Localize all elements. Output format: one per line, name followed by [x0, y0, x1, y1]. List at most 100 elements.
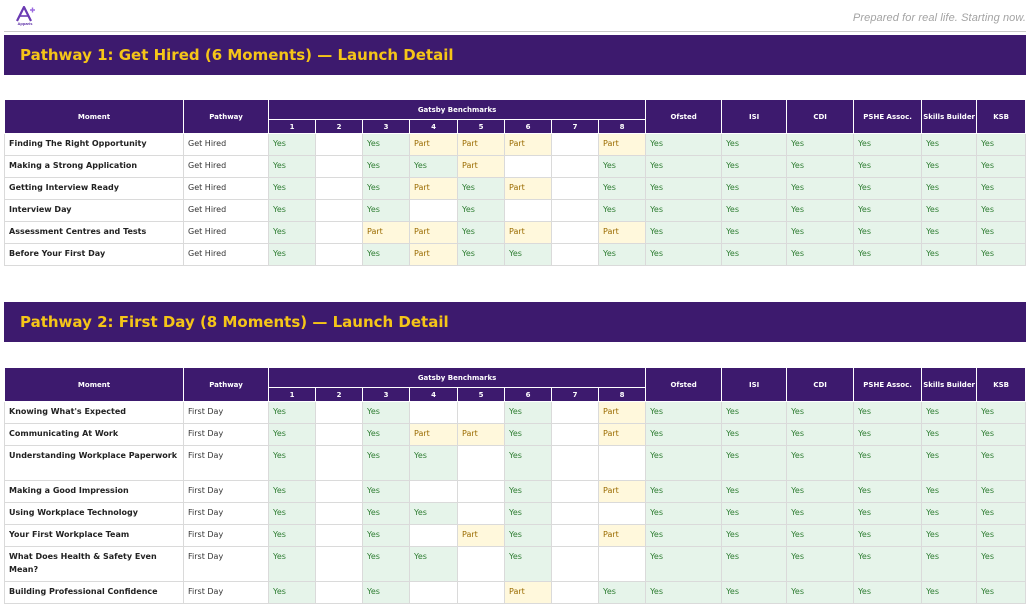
col-header-pathway: Pathway: [183, 367, 269, 402]
framework-cell: Yes: [645, 581, 723, 604]
gatsby-cell: Yes: [268, 524, 316, 547]
framework-cell: Yes: [786, 445, 855, 481]
gatsby-cell: [551, 581, 599, 604]
gatsby-cell: [551, 401, 599, 424]
framework-cell: Yes: [645, 445, 723, 481]
gatsby-cell: [315, 221, 363, 244]
table-row: Knowing What's Expected First Day Yes Yes Ye…: [4, 401, 1027, 424]
gatsby-cell: Yes: [457, 221, 505, 244]
col-header-gatsby: Gatsby Benchmarks: [267, 367, 647, 388]
pathway-cell: Get Hired: [183, 155, 269, 178]
moment-cell: Communicating At Work: [4, 423, 184, 446]
framework-cell: Yes: [853, 155, 923, 178]
col-header-gatsby: Gatsby Benchmarks: [267, 99, 647, 120]
framework-cell: Yes: [786, 546, 855, 582]
framework-cell: Yes: [645, 199, 723, 222]
framework-cell: Yes: [645, 221, 723, 244]
framework-cell: Yes: [976, 445, 1027, 481]
framework-cell: Yes: [853, 133, 923, 156]
framework-cell: Yes: [921, 581, 978, 604]
gatsby-cell: Part: [457, 423, 505, 446]
pathway-cell: Get Hired: [183, 199, 269, 222]
gatsby-cell: [315, 133, 363, 156]
gatsby-cell: Yes: [268, 199, 316, 222]
framework-cell: Yes: [976, 155, 1027, 178]
col-header-pathway: Pathway: [183, 99, 269, 134]
brand-logo: Apparis: [14, 5, 36, 28]
pathway2-title: Pathway 2: First Day (8 Moments) — Launc…: [4, 302, 1026, 342]
gatsby-cell: [315, 445, 363, 481]
table-row: Getting Interview Ready Get Hired Yes Yes Pa…: [4, 177, 1027, 200]
gatsby-cell: Yes: [362, 133, 410, 156]
gatsby-cell: [551, 177, 599, 200]
gatsby-number-header: 6: [504, 119, 552, 134]
gatsby-number-header: 7: [551, 119, 599, 134]
gatsby-cell: [315, 243, 363, 266]
table-row: Using Workplace Technology First Day Yes Ye…: [4, 502, 1027, 525]
gatsby-cell: Yes: [409, 445, 458, 481]
gatsby-number-header: 7: [551, 387, 599, 402]
framework-cell: Yes: [921, 480, 978, 503]
gatsby-cell: Yes: [504, 401, 552, 424]
pathway2-table: Moment Pathway Gatsby Benchmarks Ofsted …: [4, 367, 1027, 604]
framework-cell: Yes: [853, 546, 923, 582]
gatsby-cell: [551, 423, 599, 446]
gatsby-cell: Part: [409, 221, 458, 244]
gatsby-number-header: 1: [268, 387, 316, 402]
framework-cell: Yes: [786, 401, 855, 424]
framework-cell: Yes: [645, 133, 723, 156]
table-row: Communicating At Work First Day Yes Yes Part…: [4, 423, 1027, 446]
framework-cell: Yes: [721, 546, 788, 582]
col-header-isi: ISI: [721, 367, 788, 402]
gatsby-number-header: 5: [457, 119, 505, 134]
gatsby-number-header: 1: [268, 119, 316, 134]
table-row: Understanding Workplace Paperwork First D…: [4, 445, 1027, 481]
framework-cell: Yes: [786, 243, 855, 266]
gatsby-cell: [457, 581, 505, 604]
gatsby-cell: Part: [504, 177, 552, 200]
gatsby-cell: Yes: [504, 524, 552, 547]
framework-cell: Yes: [786, 133, 855, 156]
framework-cell: Yes: [976, 199, 1027, 222]
framework-cell: Yes: [786, 423, 855, 446]
gatsby-cell: [409, 401, 458, 424]
framework-cell: Yes: [976, 243, 1027, 266]
moment-cell: Your First Workplace Team: [4, 524, 184, 547]
moment-cell: Finding The Right Opportunity: [4, 133, 184, 156]
framework-cell: Yes: [721, 401, 788, 424]
gatsby-cell: Yes: [504, 502, 552, 525]
col-header-ksb: KSB: [976, 367, 1027, 402]
framework-cell: Yes: [853, 524, 923, 547]
gatsby-cell: Yes: [268, 445, 316, 481]
col-header-ofsted: Ofsted: [645, 99, 723, 134]
gatsby-cell: [315, 502, 363, 525]
framework-cell: Yes: [853, 423, 923, 446]
gatsby-cell: [409, 480, 458, 503]
gatsby-cell: Yes: [362, 401, 410, 424]
framework-cell: Yes: [721, 243, 788, 266]
gatsby-cell: Yes: [504, 423, 552, 446]
gatsby-cell: Yes: [268, 177, 316, 200]
framework-cell: Yes: [721, 423, 788, 446]
framework-cell: Yes: [786, 502, 855, 525]
framework-cell: Yes: [976, 502, 1027, 525]
framework-cell: Yes: [853, 581, 923, 604]
framework-cell: Yes: [721, 502, 788, 525]
gatsby-number-header: 2: [315, 119, 363, 134]
gatsby-cell: [457, 445, 505, 481]
col-header-isi: ISI: [721, 99, 788, 134]
gatsby-cell: Yes: [409, 502, 458, 525]
gatsby-cell: [315, 546, 363, 582]
gatsby-cell: Yes: [504, 445, 552, 481]
gatsby-cell: [551, 480, 599, 503]
framework-cell: Yes: [645, 401, 723, 424]
gatsby-cell: Yes: [362, 480, 410, 503]
gatsby-cell: Yes: [362, 177, 410, 200]
gatsby-cell: Yes: [268, 243, 316, 266]
pathway-cell: Get Hired: [183, 243, 269, 266]
gatsby-cell: Yes: [409, 155, 458, 178]
pathway1-rows: Finding The Right Opportunity Get Hired Ye…: [4, 133, 1027, 266]
framework-cell: Yes: [976, 581, 1027, 604]
framework-cell: Yes: [921, 221, 978, 244]
pathway2-rows: Knowing What's Expected First Day Yes Yes Ye…: [4, 401, 1027, 604]
